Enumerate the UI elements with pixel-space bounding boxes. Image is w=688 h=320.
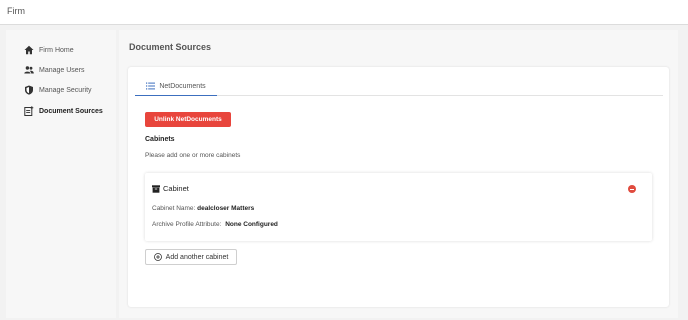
list-icon	[146, 82, 156, 90]
cabinet-name-value: dealcloser Matters	[197, 205, 255, 212]
sidebar-item-manage-security[interactable]: Manage Security	[24, 83, 92, 97]
sidebar-item-label: Firm Home	[39, 46, 74, 54]
sidebar-item-label: Document Sources	[39, 107, 103, 115]
users-icon	[24, 65, 34, 75]
document-sources-card: NetDocuments Unlink NetDocuments Cabinet…	[128, 67, 669, 307]
sidebar-item-manage-users[interactable]: Manage Users	[24, 63, 85, 77]
sidebar: Firm Home Manage Users Manage Security D…	[6, 30, 116, 318]
cabinet-title: Cabinet	[163, 184, 189, 193]
main-content: Document Sources NetDocuments Unlink Net…	[119, 30, 678, 318]
remove-cabinet-button[interactable]	[628, 185, 636, 193]
cabinets-heading: Cabinets	[145, 136, 175, 143]
add-cabinet-button[interactable]: Add another cabinet	[145, 249, 237, 265]
cabinet-header: Cabinet	[152, 184, 189, 193]
archive-profile-value: None Configured	[225, 221, 278, 228]
add-cabinet-label: Add another cabinet	[165, 253, 229, 261]
tab-netdocuments[interactable]: NetDocuments	[135, 77, 217, 96]
home-icon	[24, 45, 34, 55]
archive-icon	[152, 184, 160, 193]
app-title: Firm	[7, 6, 25, 16]
sidebar-item-label: Manage Security	[39, 86, 92, 94]
unlink-netdocuments-button[interactable]: Unlink NetDocuments	[145, 112, 231, 127]
cabinet-name-label: Cabinet Name:	[152, 205, 196, 212]
archive-profile-label: Archive Profile Attribute:	[152, 221, 222, 228]
document-source-icon	[24, 106, 34, 116]
sidebar-item-firm-home[interactable]: Firm Home	[24, 43, 74, 57]
page-title: Document Sources	[129, 42, 212, 52]
archive-profile-row: Archive Profile Attribute: None Configur…	[152, 221, 278, 228]
top-bar: Firm	[0, 0, 688, 25]
shield-icon	[24, 85, 34, 95]
cabinets-hint: Please add one or more cabinets	[145, 152, 241, 159]
tab-label: NetDocuments	[159, 82, 206, 90]
add-circle-icon	[153, 253, 162, 261]
cabinet-card: Cabinet Cabinet Name: dealcloser Matters…	[145, 173, 652, 241]
sidebar-item-label: Manage Users	[39, 66, 85, 74]
tab-bar: NetDocuments	[135, 77, 663, 96]
sidebar-item-document-sources[interactable]: Document Sources	[24, 104, 103, 118]
cabinet-name-row: Cabinet Name: dealcloser Matters	[152, 205, 254, 212]
